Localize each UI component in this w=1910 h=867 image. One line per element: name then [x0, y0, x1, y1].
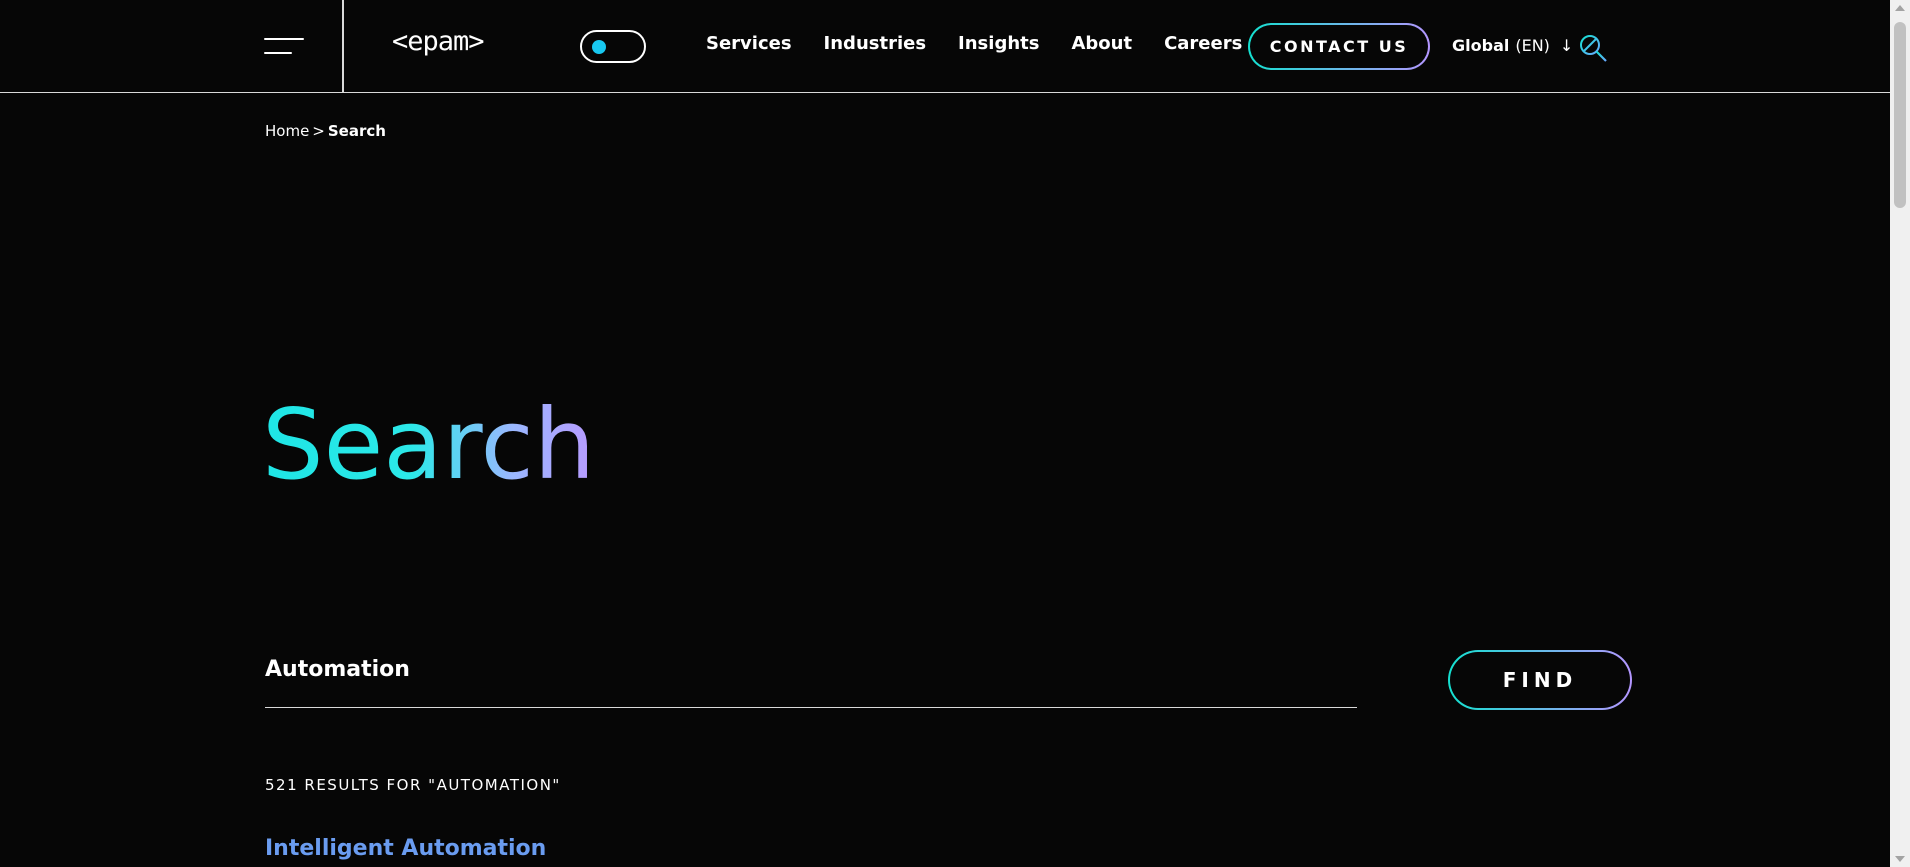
language-region: Global: [1452, 36, 1510, 55]
breadcrumb-separator: >: [312, 122, 325, 140]
find-button-label: FIND: [1450, 652, 1630, 708]
hamburger-menu-icon[interactable]: [264, 36, 304, 56]
language-code: (EN): [1515, 36, 1550, 55]
scrollbar-thumb[interactable]: [1894, 22, 1906, 208]
header-divider: [342, 0, 344, 93]
search-icon[interactable]: [1578, 33, 1608, 63]
nav-item-about[interactable]: About: [1071, 33, 1132, 54]
page-scrollbar[interactable]: [1890, 0, 1910, 867]
scroll-down-arrow-icon[interactable]: [1895, 856, 1905, 862]
hamburger-line-top: [264, 38, 304, 40]
language-selector[interactable]: Global (EN) ↓: [1452, 36, 1573, 55]
find-button[interactable]: FIND: [1448, 650, 1632, 710]
main-nav: Services Industries Insights About Caree…: [706, 33, 1242, 54]
breadcrumb-current: Search: [327, 122, 386, 140]
result-title-link[interactable]: Intelligent Automation: [265, 836, 546, 861]
contact-us-button[interactable]: CONTACT US: [1248, 23, 1430, 70]
nav-item-services[interactable]: Services: [706, 33, 792, 54]
page-title: Search: [262, 388, 596, 501]
search-input[interactable]: [265, 650, 1357, 708]
theme-toggle-knob: [592, 40, 606, 54]
scroll-up-arrow-icon[interactable]: [1895, 5, 1905, 11]
site-header: <epam> Services Industries Insights Abou…: [0, 0, 1890, 93]
epam-logo[interactable]: <epam>: [392, 26, 485, 57]
results-count: 521 RESULTS FOR "AUTOMATION": [265, 776, 561, 794]
breadcrumb-home-link[interactable]: Home: [265, 122, 309, 140]
nav-item-industries[interactable]: Industries: [824, 33, 927, 54]
nav-item-insights[interactable]: Insights: [958, 33, 1039, 54]
nav-item-careers[interactable]: Careers: [1164, 33, 1242, 54]
breadcrumb: Home > Search: [265, 122, 386, 140]
theme-toggle[interactable]: [580, 30, 646, 63]
page: <epam> Services Industries Insights Abou…: [0, 0, 1910, 867]
contact-us-label: CONTACT US: [1250, 25, 1428, 68]
arrow-down-icon: ↓: [1559, 36, 1574, 55]
hamburger-line-bottom: [264, 52, 292, 54]
